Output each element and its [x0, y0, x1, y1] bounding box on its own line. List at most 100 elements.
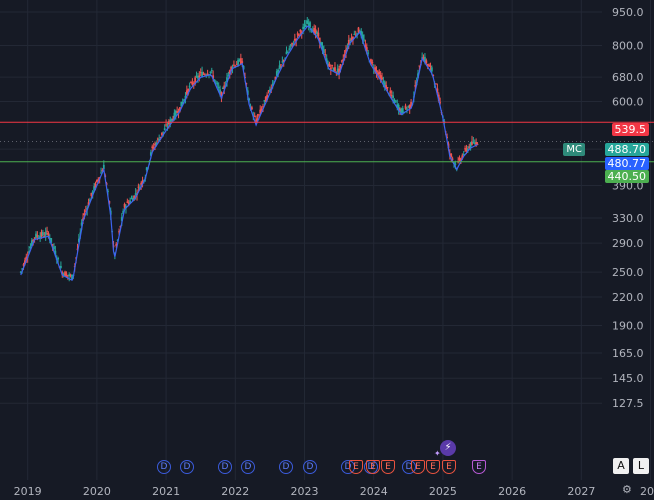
candle-body: [163, 128, 166, 131]
candle-body: [317, 32, 320, 37]
candle-body: [386, 87, 389, 89]
auto-scale-button[interactable]: A: [613, 458, 629, 474]
ma-price-label: 480.77: [604, 157, 649, 170]
y-tick-label: 145.0: [612, 372, 644, 385]
candle-body: [296, 33, 299, 35]
upcoming-earnings-marker[interactable]: E: [472, 460, 486, 474]
x-tick-label: 2019: [14, 485, 42, 498]
dividend-marker[interactable]: D: [303, 460, 317, 474]
candle-body: [302, 26, 305, 29]
candle-body: [430, 67, 433, 72]
price-chart[interactable]: 950.0800.0680.0600.0470.0390.0330.0290.0…: [0, 0, 654, 500]
candle-body: [331, 65, 334, 67]
y-tick-label: 680.0: [612, 71, 644, 84]
candle-body: [203, 74, 206, 76]
candle-body: [394, 100, 397, 102]
y-tick-label: 165.0: [612, 347, 644, 360]
candle-body: [278, 65, 281, 69]
x-tick-label: 2024: [360, 485, 388, 498]
candle-body: [198, 75, 201, 78]
y-tick-label: 290.0: [612, 237, 644, 250]
candle-body: [353, 33, 356, 35]
resistance-price-label: 539.5: [611, 123, 649, 136]
candle-body: [291, 42, 293, 45]
candle-body: [188, 85, 191, 88]
earnings-marker[interactable]: E: [381, 460, 395, 474]
earnings-marker[interactable]: E: [349, 460, 363, 474]
dividend-marker[interactable]: D: [180, 460, 194, 474]
x-tick-label: 2027: [567, 485, 595, 498]
candle-body: [406, 108, 408, 110]
x-tick-label: 2021: [152, 485, 180, 498]
candle-body: [371, 62, 374, 64]
candle-body: [36, 235, 39, 237]
candle-body: [42, 232, 44, 236]
dividend-marker[interactable]: D: [241, 460, 255, 474]
y-tick-label: 190.0: [612, 320, 644, 333]
dividend-marker[interactable]: D: [218, 460, 232, 474]
candle-body: [363, 39, 365, 41]
candle-body: [57, 257, 60, 260]
candle-body: [450, 153, 453, 157]
candle-body: [210, 70, 213, 72]
candle-body: [277, 69, 280, 72]
y-tick-label: 600.0: [612, 96, 644, 109]
candle-body: [280, 64, 282, 66]
candle-body: [253, 116, 256, 118]
x-tick-label: 2025: [429, 485, 457, 498]
x-tick-label: 2020: [83, 485, 111, 498]
candle-body: [215, 81, 217, 83]
candle-body: [392, 95, 394, 99]
candle-body: [162, 131, 165, 133]
candle-body: [209, 71, 212, 73]
earnings-marker[interactable]: E: [442, 460, 456, 474]
candle-body: [44, 232, 47, 236]
dividend-marker[interactable]: D: [279, 460, 293, 474]
candle-body: [299, 29, 302, 32]
support-price-label: 440.50: [604, 170, 649, 183]
candle-body: [328, 63, 331, 67]
flash-event-icon[interactable]: ⚡: [440, 440, 456, 456]
y-tick-label: 220.0: [612, 291, 644, 304]
gear-icon[interactable]: ⚙: [622, 484, 634, 496]
candle-body: [216, 83, 219, 85]
candle-body: [425, 60, 428, 64]
candle-body: [217, 87, 220, 89]
earnings-marker[interactable]: E: [411, 460, 425, 474]
candle-body: [137, 186, 140, 188]
candle-body: [251, 107, 253, 110]
dividend-marker[interactable]: D: [157, 460, 171, 474]
symbol-tag: MC: [563, 143, 585, 156]
candle-body: [389, 90, 392, 93]
candle-body: [404, 105, 407, 109]
candle-body: [381, 77, 383, 80]
log-scale-button[interactable]: L: [633, 458, 649, 474]
candle-body: [60, 265, 62, 268]
candle-body: [233, 64, 235, 66]
earnings-marker[interactable]: E: [366, 460, 380, 474]
sparkle-icon: ✦: [434, 449, 441, 458]
x-tick-label: 2026: [498, 485, 526, 498]
candle-body: [324, 53, 327, 55]
y-tick-label: 127.5: [612, 397, 644, 410]
last-price-label: 488.70: [604, 143, 649, 156]
chart-window: 950.0800.0680.0600.0470.0390.0330.0290.0…: [0, 0, 654, 500]
candle-body: [289, 44, 292, 47]
candle-body: [286, 51, 289, 53]
candle-body: [288, 48, 291, 50]
candle-body: [165, 124, 167, 126]
y-tick-label: 800.0: [612, 40, 644, 53]
x-tick-label: 2022: [221, 485, 249, 498]
candle-body: [176, 111, 179, 113]
x-tick-label: 2023: [291, 485, 319, 498]
y-tick-label: 250.0: [612, 266, 644, 279]
earnings-marker[interactable]: E: [426, 460, 440, 474]
moving-average-line: [20, 25, 478, 282]
candle-body: [257, 114, 260, 116]
candle-body: [429, 66, 432, 68]
candle-body: [334, 67, 336, 72]
y-tick-label: 950.0: [612, 6, 644, 19]
candle-body: [46, 230, 48, 232]
x-tick-label: 202: [640, 485, 654, 498]
candle-body: [378, 71, 381, 75]
